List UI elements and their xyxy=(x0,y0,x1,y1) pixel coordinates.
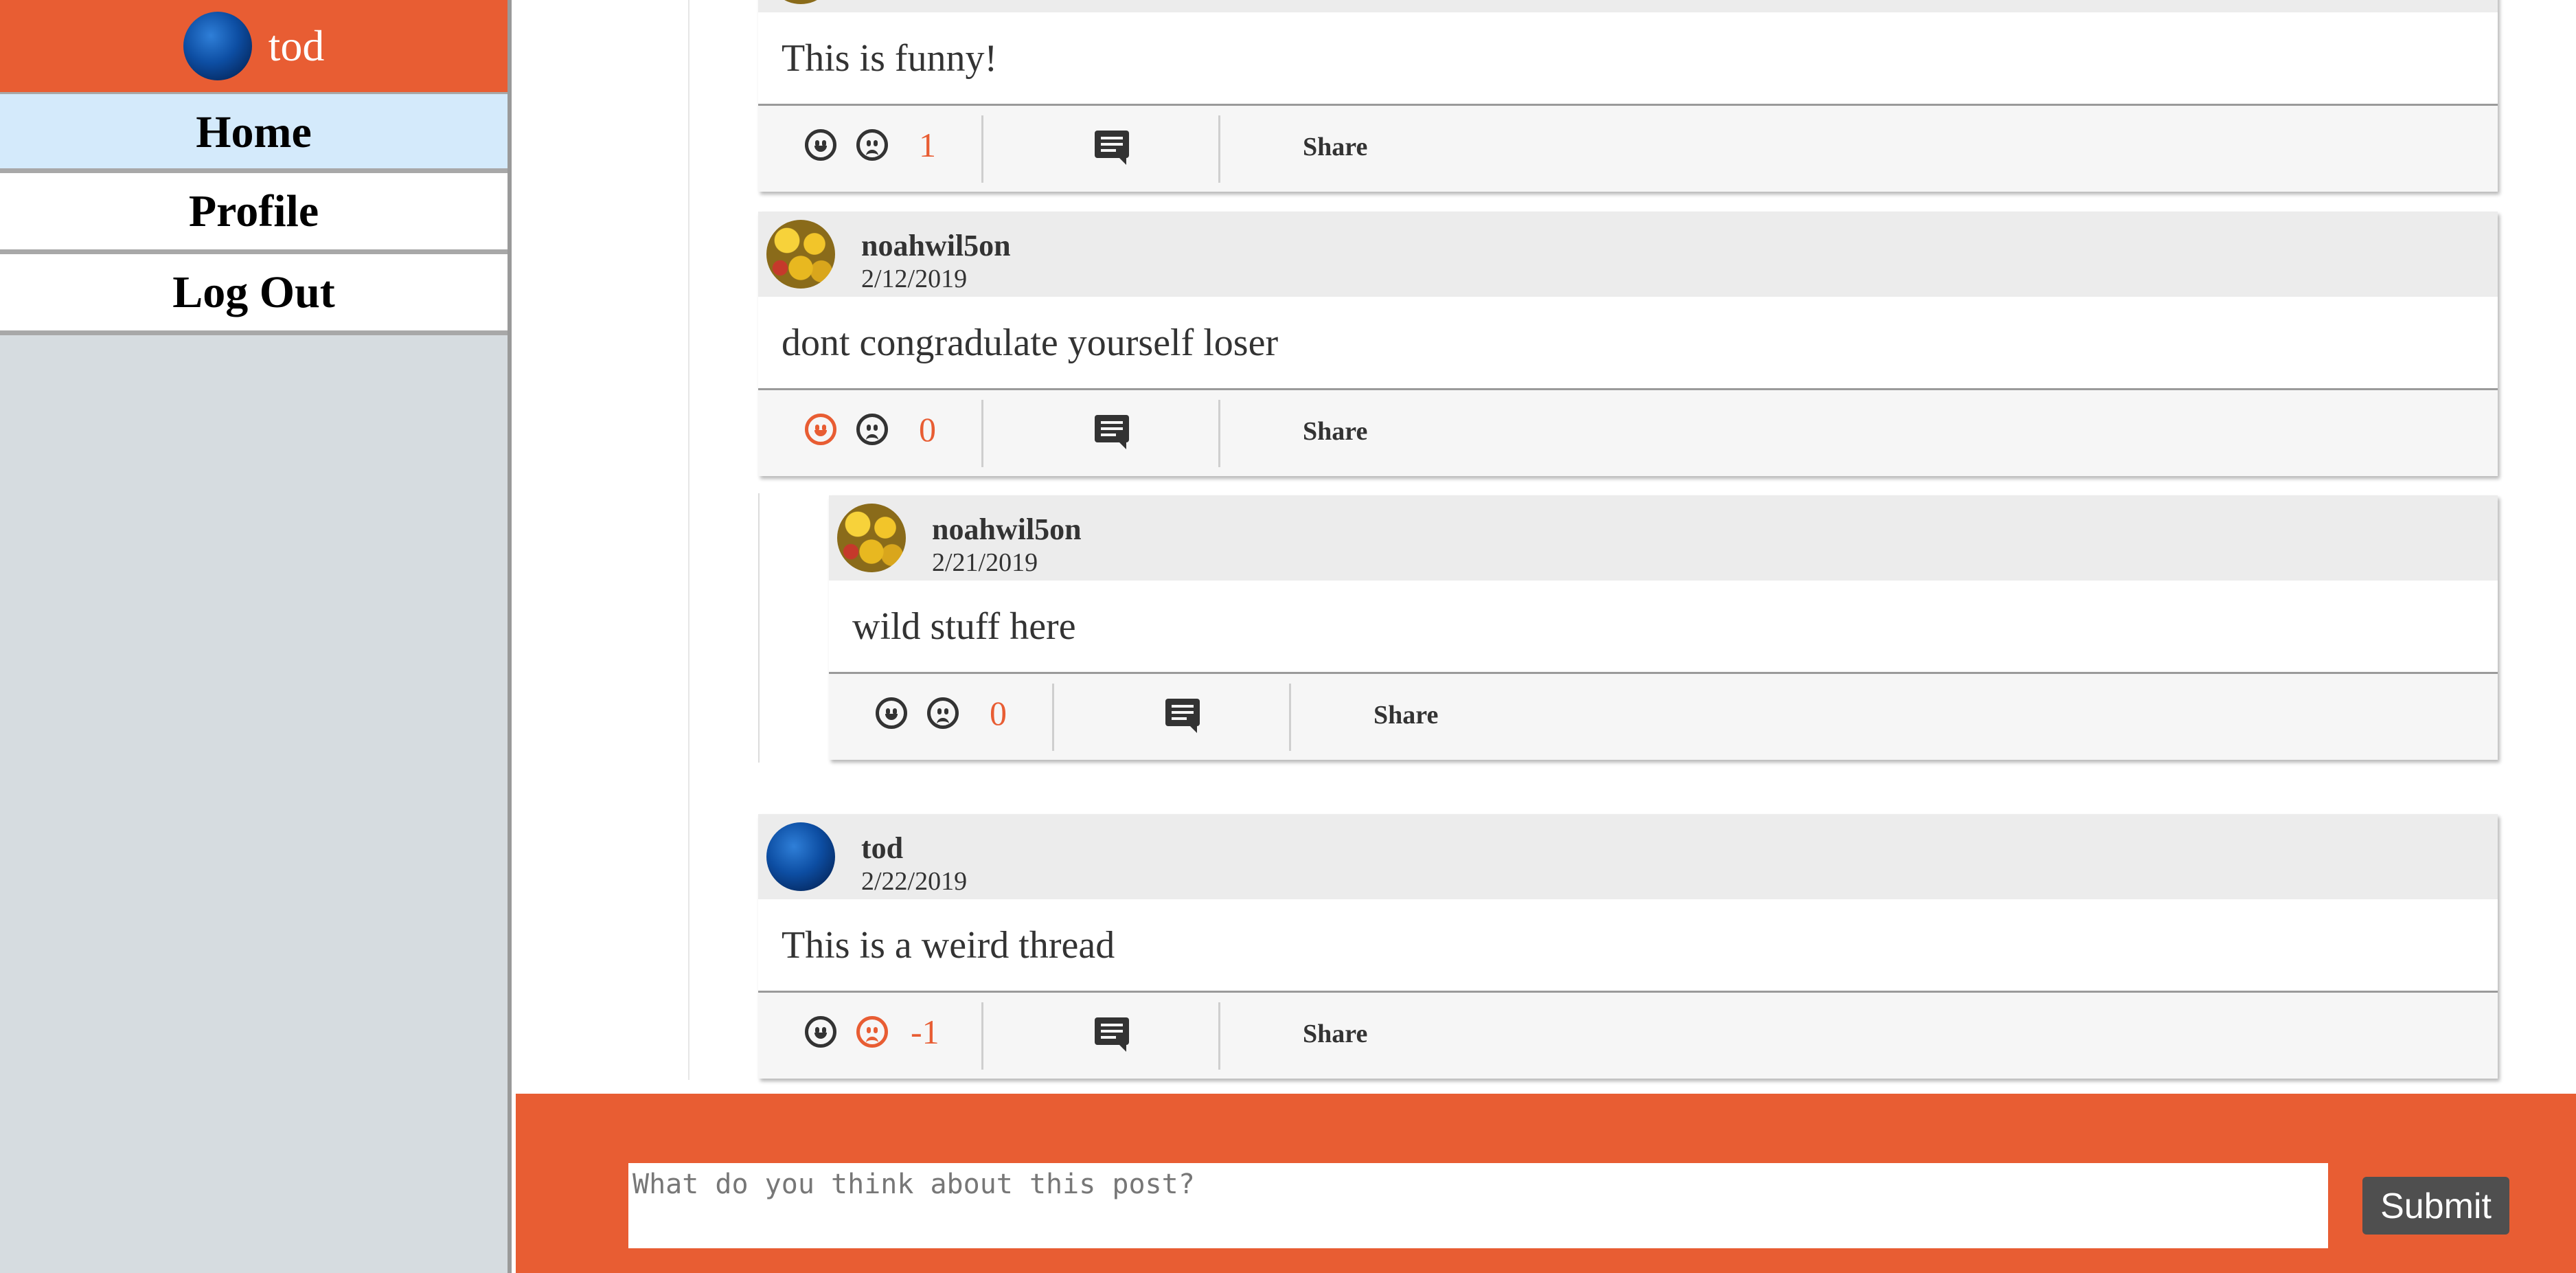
comment-date: 2/21/2019 xyxy=(932,548,1038,577)
action-divider xyxy=(1218,400,1220,467)
nav-item-profile[interactable]: Profile xyxy=(0,173,508,254)
upvote-smile-icon[interactable] xyxy=(876,697,907,729)
action-divider xyxy=(1218,1002,1220,1070)
author-avatar[interactable] xyxy=(766,0,835,4)
comment-actions: 1 Share xyxy=(758,106,2498,192)
sidebar: tod Home Profile Log Out xyxy=(0,0,512,1273)
nested-thread-line xyxy=(758,493,760,763)
vote-score: 0 xyxy=(919,410,936,449)
comment-actions: 0 Share xyxy=(758,390,2498,476)
nav-item-home[interactable]: Home xyxy=(0,92,508,173)
comment-header: noahwil5on 2/12/2019 xyxy=(758,212,2498,297)
share-button[interactable]: Share xyxy=(1303,416,1367,447)
upvote-smile-icon[interactable] xyxy=(805,414,836,445)
vote-score: -1 xyxy=(911,1013,939,1051)
author-avatar[interactable] xyxy=(766,220,835,289)
comment-date: 2/12/2019 xyxy=(861,264,968,293)
user-avatar[interactable] xyxy=(183,12,252,80)
action-divider xyxy=(981,1002,983,1070)
share-button[interactable]: Share xyxy=(1303,132,1367,162)
comment-card: noahwil5on 2/12/2019 dont congradulate y… xyxy=(758,212,2498,476)
reply-comment-icon[interactable] xyxy=(1095,131,1129,165)
comment-header: noahwil5on 2/21/2019 xyxy=(829,495,2498,581)
share-button[interactable]: Share xyxy=(1303,1019,1367,1049)
author-avatar[interactable] xyxy=(837,504,906,572)
comment-author[interactable]: noahwil5on xyxy=(932,512,1082,547)
reply-bar: Submit xyxy=(516,1094,2576,1273)
comment-card: This is funny! 1 Share xyxy=(758,0,2498,192)
action-divider xyxy=(981,115,983,183)
sidebar-header: tod xyxy=(0,0,508,92)
reply-comment-icon[interactable] xyxy=(1165,699,1200,733)
upvote-smile-icon[interactable] xyxy=(805,129,836,161)
downvote-frown-icon[interactable] xyxy=(856,129,888,161)
comment-text: wild stuff here xyxy=(829,581,2498,674)
comment-header: tod 2/22/2019 xyxy=(758,814,2498,899)
reply-input[interactable] xyxy=(628,1163,2328,1248)
comment-card: tod 2/22/2019 This is a weird thread -1 … xyxy=(758,814,2498,1079)
comment-text: This is a weird thread xyxy=(758,899,2498,993)
submit-button[interactable]: Submit xyxy=(2362,1177,2509,1235)
downvote-frown-icon[interactable] xyxy=(856,414,888,445)
action-divider xyxy=(1289,684,1291,751)
comment-card: noahwil5on 2/21/2019 wild stuff here 0 S… xyxy=(829,495,2498,760)
action-divider xyxy=(1052,684,1054,751)
comment-actions: 0 Share xyxy=(829,674,2498,760)
thread-line xyxy=(688,0,689,1080)
upvote-smile-icon[interactable] xyxy=(805,1016,836,1048)
author-avatar[interactable] xyxy=(766,822,835,891)
downvote-frown-icon[interactable] xyxy=(856,1016,888,1048)
reply-comment-icon[interactable] xyxy=(1095,415,1129,449)
vote-score: 0 xyxy=(990,694,1007,732)
comment-header xyxy=(758,0,2498,12)
nav-item-log-out[interactable]: Log Out xyxy=(0,254,508,335)
vote-score: 1 xyxy=(919,126,936,164)
comment-text: This is funny! xyxy=(758,12,2498,106)
comment-author[interactable]: noahwil5on xyxy=(861,228,1011,263)
share-button[interactable]: Share xyxy=(1374,700,1438,730)
reply-comment-icon[interactable] xyxy=(1095,1017,1129,1052)
comment-author[interactable]: tod xyxy=(861,831,903,866)
user-name[interactable]: tod xyxy=(269,21,325,71)
downvote-frown-icon[interactable] xyxy=(927,697,959,729)
action-divider xyxy=(1218,115,1220,183)
comment-text: dont congradulate yourself loser xyxy=(758,297,2498,390)
comment-date: 2/22/2019 xyxy=(861,867,968,896)
comment-actions: -1 Share xyxy=(758,993,2498,1079)
action-divider xyxy=(981,400,983,467)
